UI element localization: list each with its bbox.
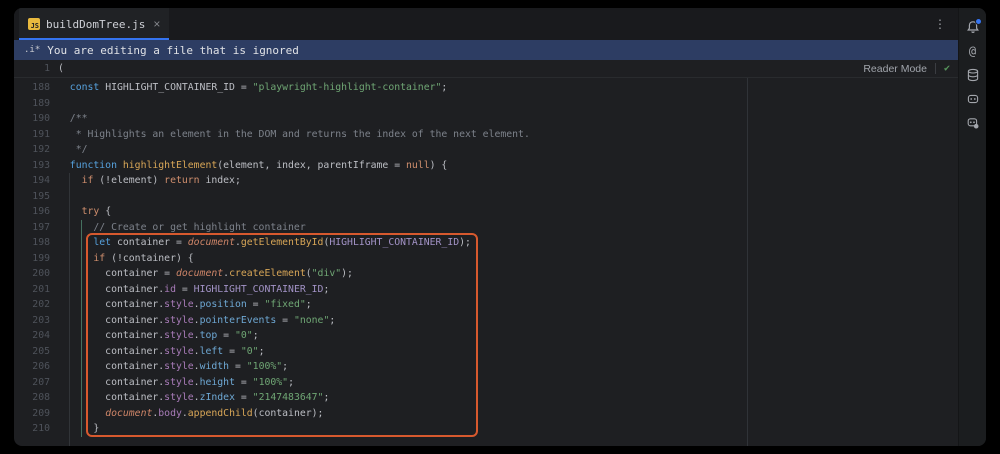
code-line[interactable]: 201 container.id = HIGHLIGHT_CONTAINER_I… [14, 282, 958, 298]
code-text: container.style.top = "0"; [58, 330, 259, 341]
line-number: 200 [14, 266, 50, 282]
code-line[interactable]: 207 container.style.height = "100%"; [14, 375, 958, 391]
code-text: if (!container) { [58, 253, 194, 264]
right-tool-strip: @ [958, 8, 986, 446]
code-line[interactable]: 208 container.style.zIndex = "2147483647… [14, 390, 958, 406]
code-text: const HIGHLIGHT_CONTAINER_ID = "playwrig… [58, 82, 447, 93]
code-text: container.style.width = "100%"; [58, 361, 288, 372]
ignore-plugin-icon: .i* [24, 45, 40, 55]
line-number: 205 [14, 344, 50, 360]
code-line[interactable]: 191 * Highlights an element in the DOM a… [14, 127, 958, 143]
code-line[interactable]: 190 /** [14, 111, 958, 127]
ignored-file-banner: .i* You are editing a file that is ignor… [14, 40, 958, 60]
code-text: if (!element) return index; [58, 175, 241, 186]
line-number: 203 [14, 313, 50, 329]
tab-builddomtree-js[interactable]: JS buildDomTree.js × [19, 8, 169, 40]
tab-close-icon[interactable]: × [153, 18, 160, 30]
code-lines: 188 const HIGHLIGHT_CONTAINER_ID = "play… [14, 80, 958, 437]
tab-options-menu-icon[interactable]: ⋮ [934, 8, 946, 40]
code-line[interactable]: 205 container.style.left = "0"; [14, 344, 958, 360]
user-badge-icon[interactable] [965, 115, 981, 131]
code-line[interactable]: 200 container = document.createElement("… [14, 266, 958, 282]
line-number: 204 [14, 328, 50, 344]
code-text: container.style.zIndex = "2147483647"; [58, 392, 329, 403]
code-line[interactable]: 210 } [14, 421, 958, 437]
code-text: container.style.pointerEvents = "none"; [58, 315, 335, 326]
code-line[interactable]: 189 [14, 96, 958, 112]
code-text: * Highlights an element in the DOM and r… [58, 129, 530, 140]
line-number: 201 [14, 282, 50, 298]
line-number: 195 [14, 189, 50, 205]
banner-message: You are editing a file that is ignored [47, 44, 299, 57]
code-line[interactable]: 195 [14, 189, 958, 205]
at-mention-icon[interactable]: @ [965, 43, 981, 59]
line-number: 198 [14, 235, 50, 251]
divider [935, 63, 936, 74]
code-editor[interactable]: 188 const HIGHLIGHT_CONTAINER_ID = "play… [14, 78, 958, 446]
code-text: try { [58, 206, 111, 217]
line-number: 191 [14, 127, 50, 143]
code-line[interactable]: 198 let container = document.getElementB… [14, 235, 958, 251]
tab-bar: JS buildDomTree.js × ⋮ [14, 8, 958, 40]
code-line[interactable]: 204 container.style.top = "0"; [14, 328, 958, 344]
code-line[interactable]: 192 */ [14, 142, 958, 158]
code-text: container.style.height = "100%"; [58, 377, 294, 388]
code-text: } [58, 423, 99, 434]
sticky-line-number: 1 [14, 63, 50, 74]
reader-mode-widget: Reader Mode ✔ [863, 60, 950, 77]
code-text: container.style.position = "fixed"; [58, 299, 312, 310]
line-number: 210 [14, 421, 50, 437]
code-text: function highlightElement(element, index… [58, 160, 447, 171]
code-line[interactable]: 188 const HIGHLIGHT_CONTAINER_ID = "play… [14, 80, 958, 96]
line-number: 199 [14, 251, 50, 267]
editor-pane: JS buildDomTree.js × ⋮ .i* You are editi… [14, 8, 958, 446]
code-line[interactable]: 209 document.body.appendChild(container)… [14, 406, 958, 422]
code-line[interactable]: 199 if (!container) { [14, 251, 958, 267]
code-text: container.id = HIGHLIGHT_CONTAINER_ID; [58, 284, 329, 295]
line-number: 196 [14, 204, 50, 220]
notification-badge [975, 18, 982, 25]
line-number: 202 [14, 297, 50, 313]
code-line[interactable]: 197 // Create or get highlight container [14, 220, 958, 236]
code-line[interactable]: 206 container.style.width = "100%"; [14, 359, 958, 375]
line-number: 193 [14, 158, 50, 174]
code-text: /** [58, 113, 88, 124]
line-number: 194 [14, 173, 50, 189]
reader-mode-label: Reader Mode [863, 63, 927, 75]
code-line[interactable]: 194 if (!element) return index; [14, 173, 958, 189]
inspections-ok-check-icon[interactable]: ✔ [944, 63, 950, 74]
line-number: 207 [14, 375, 50, 391]
line-number: 197 [14, 220, 50, 236]
code-text: container.style.left = "0"; [58, 346, 264, 357]
active-tab-underline [19, 38, 169, 40]
line-number: 206 [14, 359, 50, 375]
line-number: 188 [14, 80, 50, 96]
bell-icon[interactable] [965, 19, 981, 35]
line-number: 192 [14, 142, 50, 158]
line-number: 209 [14, 406, 50, 422]
code-line[interactable]: 193 function highlightElement(element, i… [14, 158, 958, 174]
code-text: */ [58, 144, 88, 155]
code-text: container = document.createElement("div"… [58, 268, 353, 279]
js-file-icon: JS [28, 18, 40, 30]
code-line[interactable]: 196 try { [14, 204, 958, 220]
line-number: 190 [14, 111, 50, 127]
code-line[interactable]: 202 container.style.position = "fixed"; [14, 297, 958, 313]
ide-window: JS buildDomTree.js × ⋮ .i* You are editi… [14, 8, 986, 446]
code-text: let container = document.getElementById(… [58, 237, 471, 248]
sticky-line-row[interactable]: 1 ( Reader Mode ✔ [14, 60, 958, 78]
line-number: 189 [14, 96, 50, 112]
database-icon[interactable] [965, 67, 981, 83]
code-text: document.body.appendChild(container); [58, 408, 323, 419]
line-number: 208 [14, 390, 50, 406]
sticky-line-code: ( [58, 63, 64, 74]
code-line[interactable]: 203 container.style.pointerEvents = "non… [14, 313, 958, 329]
tab-title: buildDomTree.js [46, 18, 145, 31]
assistant-icon[interactable] [965, 91, 981, 107]
code-text: // Create or get highlight container [58, 222, 306, 233]
